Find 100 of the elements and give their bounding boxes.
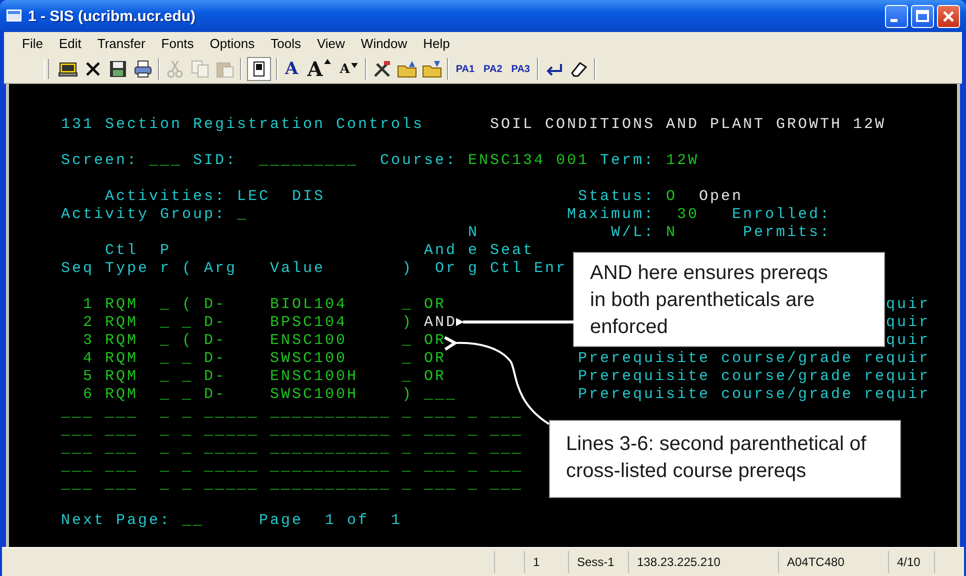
input-field[interactable]: _: [160, 458, 171, 476]
input-field[interactable]: ___: [105, 476, 138, 494]
input-field[interactable]: _: [160, 422, 171, 440]
input-field[interactable]: ___: [61, 404, 94, 422]
input-field[interactable]: _: [160, 404, 171, 422]
input-field[interactable]: ___: [105, 458, 138, 476]
input-field[interactable]: ___: [105, 404, 138, 422]
input-field[interactable]: _: [468, 476, 479, 494]
input-field[interactable]: ___________: [270, 440, 391, 458]
printer-icon[interactable]: [133, 59, 153, 79]
menu-item[interactable]: Window: [352, 36, 416, 51]
input-field[interactable]: ___________: [270, 476, 391, 494]
input-field[interactable]: (: [182, 332, 193, 350]
input-field[interactable]: _____: [204, 458, 259, 476]
menu-item[interactable]: View: [308, 36, 353, 51]
minimize-button[interactable]: [885, 4, 908, 28]
input-field[interactable]: _: [468, 458, 479, 476]
input-field[interactable]: ___: [490, 440, 523, 458]
input-field[interactable]: _: [402, 404, 413, 422]
font-size-button[interactable]: A: [305, 59, 333, 79]
input-field[interactable]: _: [160, 476, 171, 494]
input-field[interactable]: ___: [490, 404, 523, 422]
input-field[interactable]: _: [182, 422, 193, 440]
input-field[interactable]: _: [160, 440, 171, 458]
input-field[interactable]: ___: [424, 404, 457, 422]
pa-key-button[interactable]: PA1: [454, 64, 477, 74]
input-field[interactable]: _: [468, 422, 479, 440]
maximize-button[interactable]: [911, 4, 934, 28]
input-field[interactable]: __: [182, 512, 204, 530]
input-field[interactable]: _: [182, 350, 193, 368]
tools-icon[interactable]: [372, 59, 392, 79]
font-size-button[interactable]: A: [338, 62, 360, 76]
folder-upload-icon[interactable]: [396, 59, 417, 79]
input-field[interactable]: ___: [490, 422, 523, 440]
input-field[interactable]: _: [182, 458, 193, 476]
input-field[interactable]: _: [468, 440, 479, 458]
input-field[interactable]: ___________: [270, 458, 391, 476]
input-field[interactable]: ___________: [270, 422, 391, 440]
input-field[interactable]: _: [182, 314, 193, 332]
input-field[interactable]: _____: [204, 476, 259, 494]
menu-item[interactable]: Options: [202, 36, 263, 51]
input-field[interactable]: ___: [61, 458, 94, 476]
input-field[interactable]: ___: [424, 476, 457, 494]
input-field[interactable]: _: [182, 404, 193, 422]
input-field[interactable]: ___: [149, 152, 182, 170]
document-icon[interactable]: [247, 57, 271, 81]
input-field[interactable]: _: [182, 476, 193, 494]
menu-item[interactable]: Transfer: [89, 36, 154, 51]
input-field[interactable]: _: [402, 422, 413, 440]
input-field[interactable]: _____: [204, 440, 259, 458]
input-field[interactable]: _: [160, 296, 171, 314]
pa-key-button[interactable]: PA2: [482, 64, 504, 74]
pa-key-button[interactable]: PA3: [509, 64, 532, 74]
input-field[interactable]: _: [160, 368, 171, 386]
input-field[interactable]: _: [237, 206, 248, 224]
input-field[interactable]: (: [182, 296, 193, 314]
input-field[interactable]: _: [160, 350, 171, 368]
input-field[interactable]: _: [182, 368, 193, 386]
menu-item[interactable]: Fonts: [153, 36, 202, 51]
input-field[interactable]: ): [402, 386, 413, 404]
input-field[interactable]: _: [182, 386, 193, 404]
input-field[interactable]: _____: [204, 422, 259, 440]
terminal-label: quir: [886, 314, 930, 332]
terminal-value: D-: [204, 350, 226, 368]
input-field[interactable]: ___: [424, 386, 457, 404]
input-field[interactable]: _____: [204, 404, 259, 422]
input-field[interactable]: ___: [105, 440, 138, 458]
menu-item[interactable]: Help: [415, 36, 458, 51]
input-field[interactable]: _: [402, 350, 413, 368]
font-size-button[interactable]: A: [283, 60, 300, 78]
terminal-label: Page 1 of 1: [259, 512, 402, 530]
input-field[interactable]: _: [402, 440, 413, 458]
input-field[interactable]: _: [402, 476, 413, 494]
input-field[interactable]: _: [402, 458, 413, 476]
input-field[interactable]: _: [160, 314, 171, 332]
input-field[interactable]: _: [402, 296, 413, 314]
input-field[interactable]: ___: [61, 476, 94, 494]
input-field[interactable]: ): [402, 314, 413, 332]
menu-item[interactable]: Edit: [50, 36, 90, 51]
input-field[interactable]: _: [468, 404, 479, 422]
input-field[interactable]: ___: [424, 440, 457, 458]
menu-item[interactable]: File: [14, 36, 51, 51]
input-field[interactable]: _: [182, 440, 193, 458]
input-field[interactable]: ___: [424, 422, 457, 440]
input-field[interactable]: _: [160, 386, 171, 404]
folder-download-icon[interactable]: [422, 59, 442, 79]
input-field[interactable]: ___: [61, 440, 94, 458]
input-field[interactable]: _________: [259, 152, 358, 170]
eraser-icon[interactable]: [568, 59, 589, 79]
input-field[interactable]: ___: [490, 458, 523, 476]
input-field[interactable]: ___: [61, 422, 94, 440]
input-field[interactable]: _: [402, 368, 413, 386]
input-field[interactable]: _: [160, 332, 171, 350]
input-field[interactable]: ___________: [270, 404, 391, 422]
input-field[interactable]: ___: [105, 422, 138, 440]
input-field[interactable]: _: [402, 332, 413, 350]
input-field[interactable]: ___: [490, 476, 523, 494]
input-field[interactable]: ___: [424, 458, 457, 476]
menu-item[interactable]: Tools: [262, 36, 309, 51]
close-button[interactable]: [937, 4, 960, 28]
